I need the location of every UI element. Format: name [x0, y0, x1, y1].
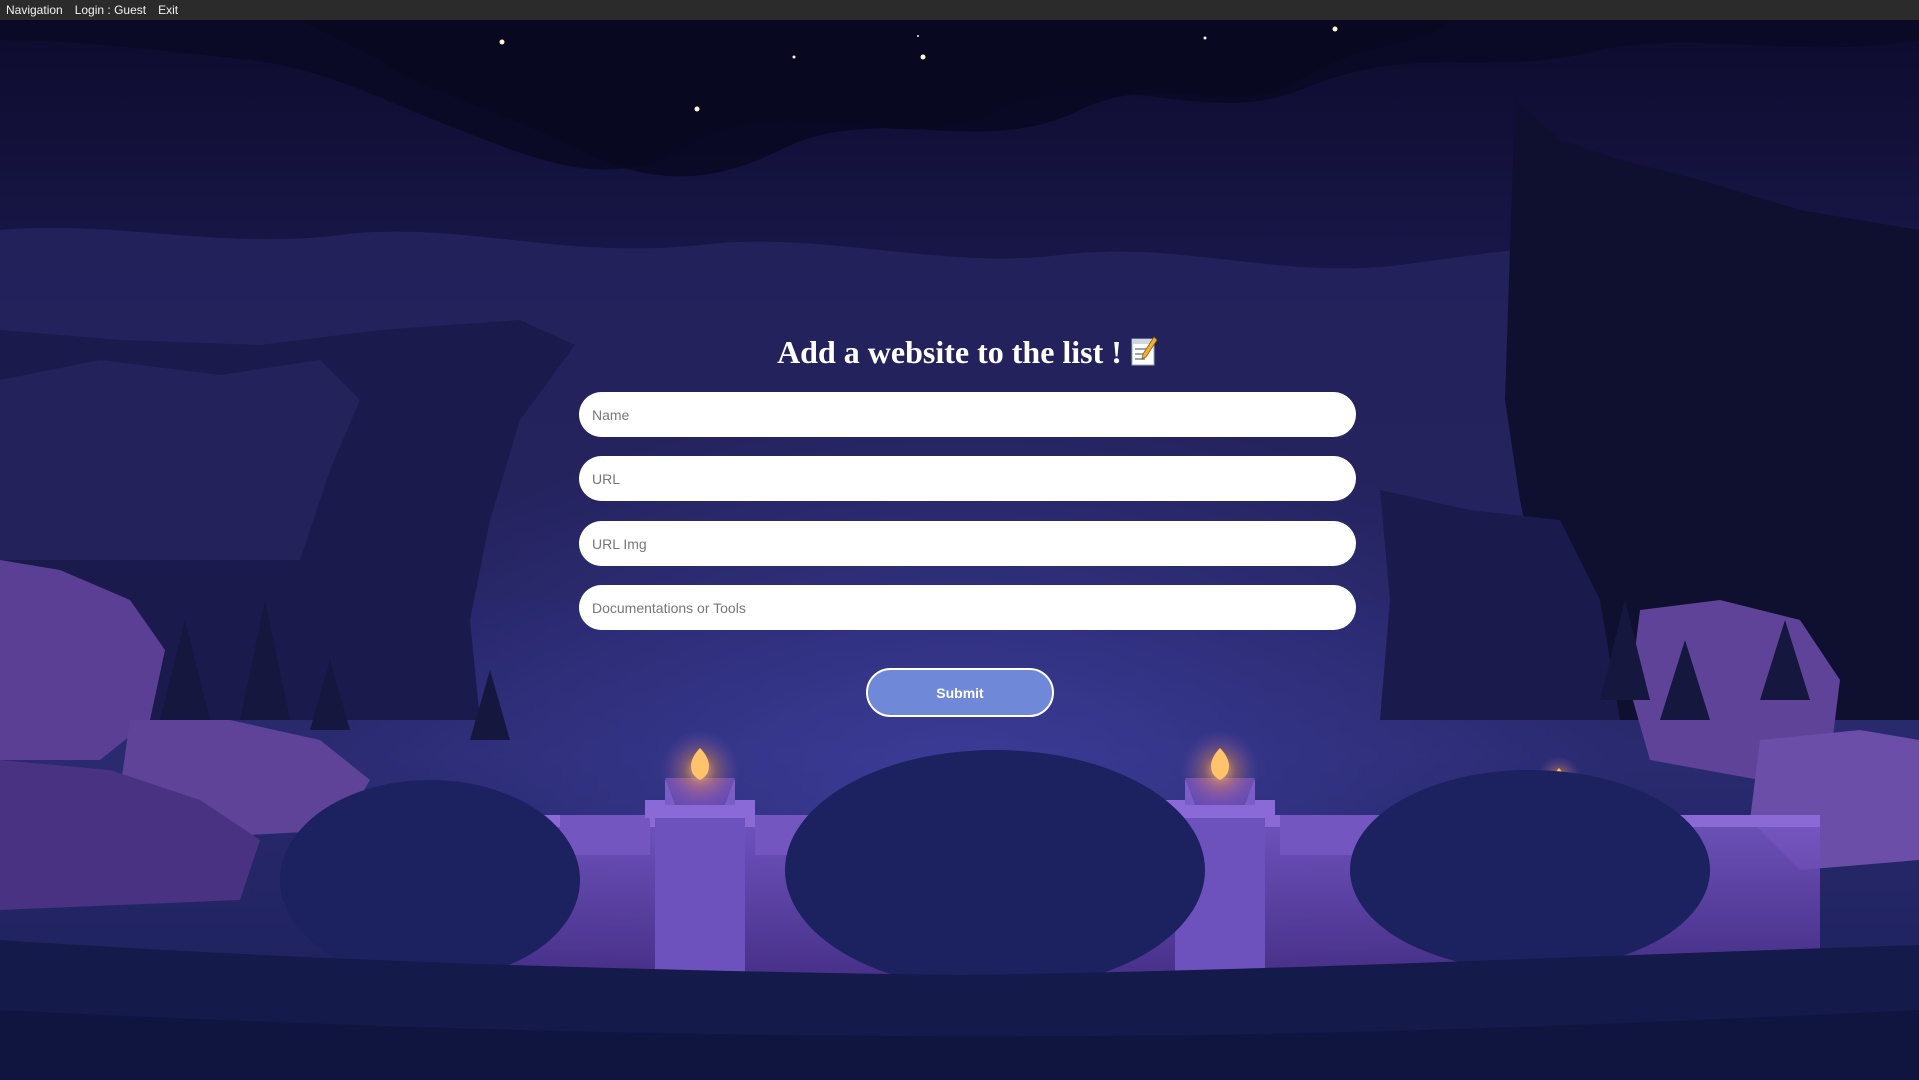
form-title-text: Add a website to the list !: [777, 334, 1122, 370]
category-input[interactable]: [579, 585, 1356, 630]
url-img-input[interactable]: [579, 521, 1356, 566]
form-title: Add a website to the list !: [579, 325, 1356, 379]
name-input[interactable]: [579, 392, 1356, 437]
menu-login-status[interactable]: Login : Guest: [69, 0, 152, 20]
menu-navigation[interactable]: Navigation: [0, 0, 69, 20]
url-input[interactable]: [579, 456, 1356, 501]
submit-button[interactable]: Submit: [866, 668, 1054, 717]
menu-bar: Navigation Login : Guest Exit: [0, 0, 1919, 20]
left-torch-pillar: [645, 730, 755, 985]
memo-icon: [1131, 336, 1158, 366]
menu-exit[interactable]: Exit: [152, 0, 184, 20]
